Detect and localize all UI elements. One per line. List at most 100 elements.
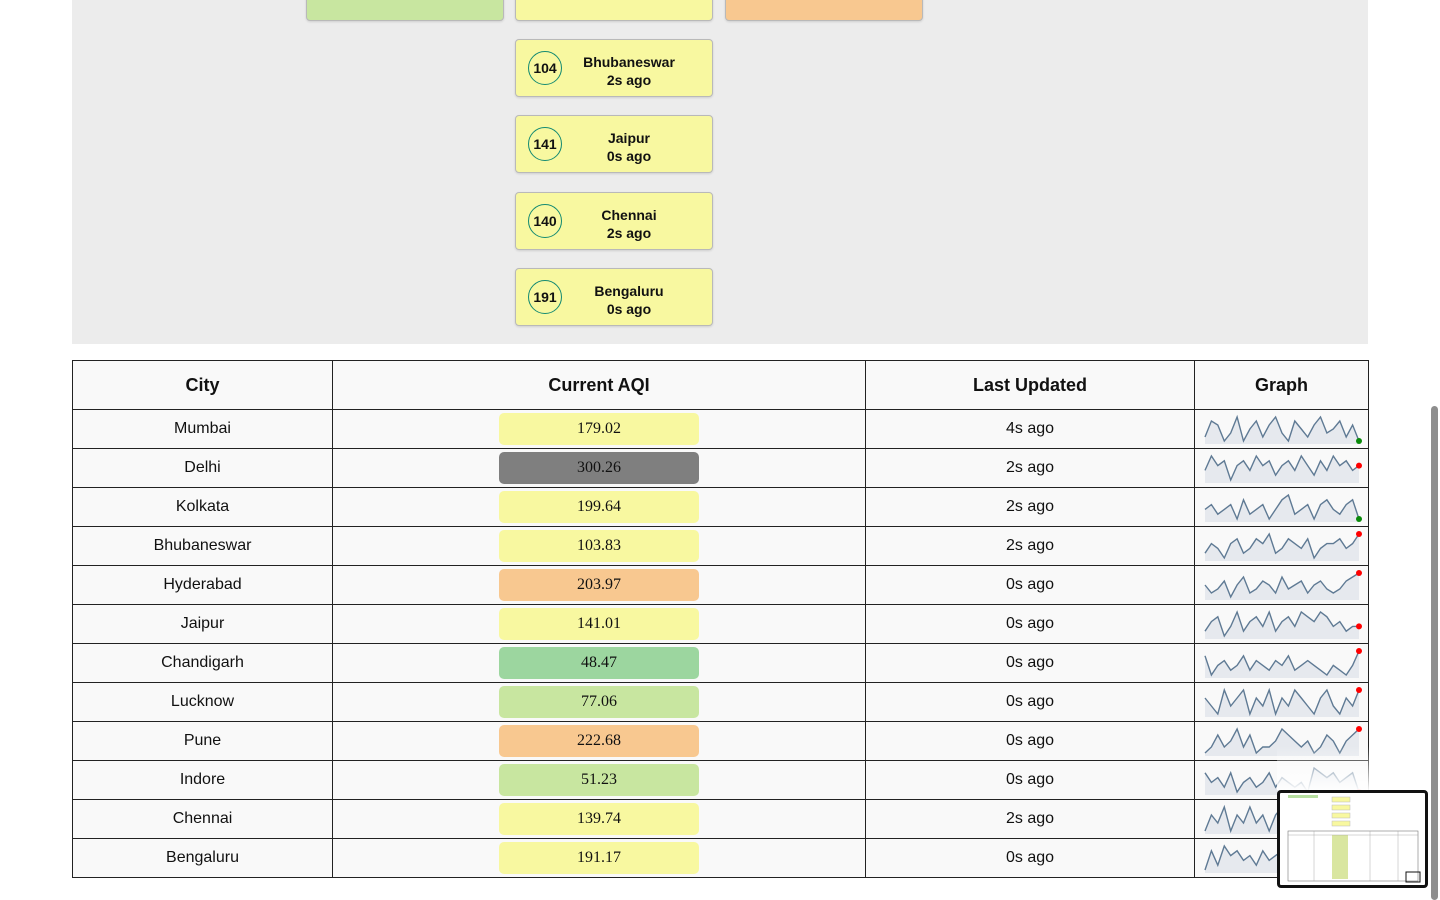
aqi-value-pill: 222.68 (499, 725, 699, 757)
aqi-value-pill: 141.01 (499, 608, 699, 640)
table-row[interactable]: Bhubaneswar 103.83 2s ago (72, 526, 1369, 566)
cell-current-aqi: 51.23 (332, 760, 866, 800)
aqi-sparkline (1203, 414, 1362, 444)
cell-graph[interactable] (1194, 448, 1369, 488)
cell-last-updated: 0s ago (865, 565, 1195, 605)
aqi-sparkline (1204, 493, 1362, 522)
cell-current-aqi: 300.26 (332, 448, 866, 488)
cell-current-aqi: 179.02 (332, 409, 866, 449)
sparkline-latest-point (1355, 516, 1362, 522)
card-city-name: Bhubaneswar (583, 54, 675, 70)
cell-city: Bengaluru (72, 838, 333, 878)
cell-last-updated: 2s ago (865, 799, 1195, 839)
aqi-value-pill: 179.02 (499, 413, 699, 445)
cell-city: Bhubaneswar (72, 526, 333, 566)
sparkline-latest-point (1355, 726, 1362, 732)
vertical-scrollbar[interactable] (1428, 0, 1440, 900)
aqi-value-pill: 203.97 (499, 569, 699, 601)
scrollbar-thumb[interactable] (1431, 406, 1438, 900)
table-row[interactable]: Indore 51.23 0s ago (72, 760, 1369, 800)
table-row[interactable]: Pune 222.68 0s ago (72, 721, 1369, 761)
city-card-top-left[interactable]: 0s ago (306, 0, 504, 21)
city-card-bhubaneswar[interactable]: 104 Bhubaneswar 2s ago (515, 39, 713, 97)
card-text: Bhubaneswar 2s ago (546, 53, 712, 89)
cell-graph[interactable] (1194, 604, 1369, 644)
city-card-top-right[interactable]: 0s ago (725, 0, 923, 21)
table-row[interactable]: Jaipur 141.01 0s ago (72, 604, 1369, 644)
cell-current-aqi: 222.68 (332, 721, 866, 761)
cell-last-updated: 0s ago (865, 643, 1195, 683)
table-body: Mumbai 179.02 4s ago Delhi 300.26 2s ago Kolka… (72, 409, 1369, 878)
sparkline-latest-point (1355, 462, 1362, 469)
table-row[interactable]: Mumbai 179.02 4s ago (72, 409, 1369, 449)
cell-last-updated: 2s ago (865, 487, 1195, 527)
aqi-sparkline (1203, 610, 1362, 639)
cell-last-updated: 0s ago (865, 760, 1195, 800)
sparkline-latest-point (1355, 570, 1362, 576)
cell-city: Chandigarh (72, 643, 333, 683)
aqi-table: City Current AQI Last Updated Graph Mumb… (72, 360, 1369, 878)
cell-graph[interactable] (1194, 643, 1369, 683)
sparkline-area (1204, 690, 1359, 717)
table-row[interactable]: Kolkata 199.64 2s ago (72, 487, 1369, 527)
card-text: Bengaluru 0s ago (546, 282, 712, 318)
table-row[interactable]: Delhi 300.26 2s ago (72, 448, 1369, 488)
cell-current-aqi: 141.01 (332, 604, 866, 644)
cell-current-aqi: 203.97 (332, 565, 866, 605)
aqi-sparkline (1203, 648, 1362, 678)
city-card-jaipur[interactable]: 141 Jaipur 0s ago (515, 115, 713, 173)
cell-city: Chennai (72, 799, 333, 839)
cell-graph[interactable] (1194, 487, 1369, 527)
card-last-updated: 2s ago (606, 225, 652, 241)
cell-city: Mumbai (72, 409, 333, 449)
cell-city: Delhi (72, 448, 333, 488)
card-city-name: Jaipur (607, 130, 650, 146)
column-header-last-updated[interactable]: Last Updated (865, 360, 1195, 410)
cell-current-aqi: 139.74 (332, 799, 866, 839)
cell-last-updated: 0s ago (865, 838, 1195, 878)
aqi-sparkline (1203, 531, 1362, 561)
table-row[interactable]: Chandigarh 48.47 0s ago (72, 643, 1369, 683)
aqi-value-pill: 199.64 (499, 491, 699, 523)
sparkline-area (1204, 612, 1359, 639)
table-row[interactable]: Chennai 139.74 2s ago (72, 799, 1369, 839)
cell-current-aqi: 191.17 (332, 838, 866, 878)
page-minimap[interactable] (1277, 790, 1428, 888)
sparkline-latest-point (1355, 687, 1362, 693)
column-header-graph[interactable]: Graph (1194, 360, 1369, 410)
cell-current-aqi: 77.06 (332, 682, 866, 722)
cell-graph[interactable] (1194, 565, 1369, 605)
cell-graph[interactable] (1194, 682, 1369, 722)
table-row[interactable]: Bengaluru 191.17 0s ago (72, 838, 1369, 878)
table-header-row: City Current AQI Last Updated Graph (72, 360, 1369, 410)
cell-last-updated: 2s ago (865, 448, 1195, 488)
table-row[interactable]: Hyderabad 203.97 0s ago (72, 565, 1369, 605)
aqi-sparkline (1203, 570, 1362, 600)
city-card-bengaluru[interactable]: 191 Bengaluru 0s ago (515, 268, 713, 326)
sparkline-latest-point (1355, 438, 1362, 444)
table-row[interactable]: Lucknow 77.06 0s ago (72, 682, 1369, 722)
sparkline-latest-point (1355, 623, 1362, 630)
cell-last-updated: 0s ago (865, 604, 1195, 644)
cell-city: Indore (72, 760, 333, 800)
cell-city: Kolkata (72, 487, 333, 527)
aqi-value-pill: 77.06 (499, 686, 699, 718)
card-city-name: Bengaluru (594, 283, 664, 299)
city-card-top-mid[interactable]: 2s ago (515, 0, 713, 21)
card-last-updated: 0s ago (606, 301, 652, 317)
column-header-current-aqi[interactable]: Current AQI (332, 360, 866, 410)
cell-city: Jaipur (72, 604, 333, 644)
cell-graph[interactable] (1194, 526, 1369, 566)
card-text: Jaipur 0s ago (546, 129, 712, 165)
cell-graph[interactable] (1194, 409, 1369, 449)
cell-last-updated: 0s ago (865, 721, 1195, 761)
aqi-value-pill: 103.83 (499, 530, 699, 562)
aqi-value-pill: 51.23 (499, 764, 699, 796)
aqi-value-pill: 139.74 (499, 803, 699, 835)
card-city-name: Chennai (601, 207, 657, 223)
card-last-updated: 0s ago (606, 148, 652, 164)
card-text: Chennai 2s ago (546, 206, 712, 242)
city-card-chennai[interactable]: 140 Chennai 2s ago (515, 192, 713, 250)
cell-current-aqi: 103.83 (332, 526, 866, 566)
column-header-city[interactable]: City (72, 360, 333, 410)
